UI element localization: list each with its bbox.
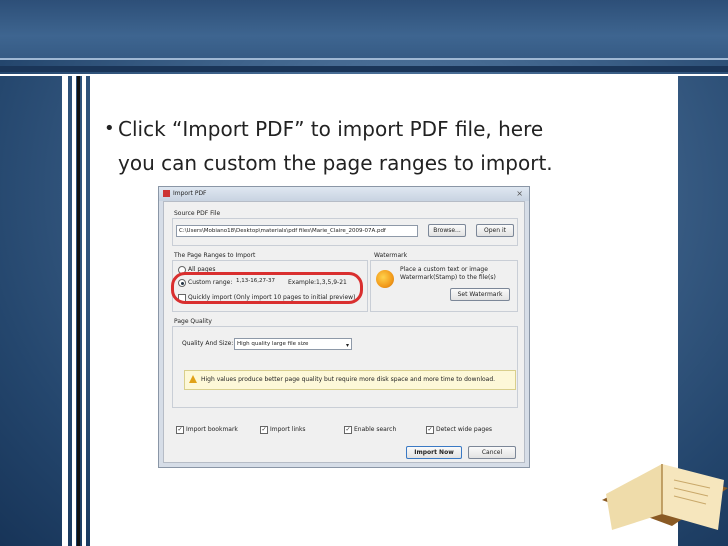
file-path-field[interactable]: C:\Users\Mobiano18\Desktop\materials\pdf…: [176, 225, 418, 237]
import-pdf-dialog: Import PDF × Source PDF File C:\Users\Mo…: [158, 186, 530, 468]
quality-size-label: Quality And Size:: [182, 340, 234, 347]
import-links-checkbox[interactable]: ✓: [260, 426, 268, 434]
band-line-lower: [0, 66, 728, 72]
left-bar-2: [72, 76, 76, 546]
enable-search-label: Enable search: [354, 426, 397, 433]
dialog-titlebar: Import PDF ×: [159, 187, 529, 201]
set-watermark-button[interactable]: Set Watermark: [450, 288, 510, 301]
warning-icon: [189, 375, 197, 383]
quality-dropdown[interactable]: High quality large file size ▾: [234, 338, 352, 350]
import-links-label: Import links: [270, 426, 306, 433]
dialog-title: Import PDF: [173, 190, 207, 197]
watermark-icon: [376, 270, 394, 288]
left-bar-3: [77, 76, 80, 546]
detect-wide-pages-checkbox[interactable]: ✓: [426, 426, 434, 434]
import-bookmark-checkbox[interactable]: ✓: [176, 426, 184, 434]
browse-button[interactable]: Browse...: [428, 224, 466, 237]
band-line-upper: [0, 58, 728, 60]
chevron-down-icon: ▾: [345, 342, 349, 349]
enable-search-checkbox[interactable]: ✓: [344, 426, 352, 434]
quality-dropdown-value: High quality large file size: [237, 341, 309, 347]
page-quality-group-label: Page Quality: [174, 318, 212, 325]
left-bar-1: [62, 76, 68, 546]
import-now-button[interactable]: Import Now: [406, 446, 462, 459]
warning-text: High values produce better page quality …: [201, 376, 496, 383]
cancel-button[interactable]: Cancel: [468, 446, 516, 459]
close-icon[interactable]: ×: [516, 189, 523, 198]
watermark-group-label: Watermark: [374, 252, 408, 259]
page-ranges-group-label: The Page Ranges to Import: [174, 252, 256, 259]
bullet-text: • Click “Import PDF” to import PDF file,…: [104, 112, 658, 180]
highlight-circle: [171, 272, 363, 304]
detect-wide-pages-label: Detect wide pages: [436, 426, 493, 433]
bullet-line-1: Click “Import PDF” to import PDF file, h…: [118, 117, 544, 141]
top-band: [0, 0, 728, 60]
bullet-mark: •: [104, 118, 115, 139]
left-bar-4: [82, 76, 86, 546]
import-bookmark-label: Import bookmark: [186, 426, 238, 433]
quality-warning: High values produce better page quality …: [184, 370, 516, 390]
watermark-desc-line-2: Watermark(Stamp) to the file(s): [400, 274, 496, 281]
open-book-illustration: [602, 464, 728, 530]
open-it-button[interactable]: Open it: [476, 224, 514, 237]
source-group-label: Source PDF File: [174, 210, 221, 217]
pdf-app-icon: [163, 190, 170, 197]
dialog-body: Source PDF File C:\Users\Mobiano18\Deskt…: [163, 201, 525, 463]
bullet-line-2: you can custom the page ranges to import…: [118, 151, 553, 175]
watermark-desc-line-1: Place a custom text or image: [400, 266, 488, 273]
